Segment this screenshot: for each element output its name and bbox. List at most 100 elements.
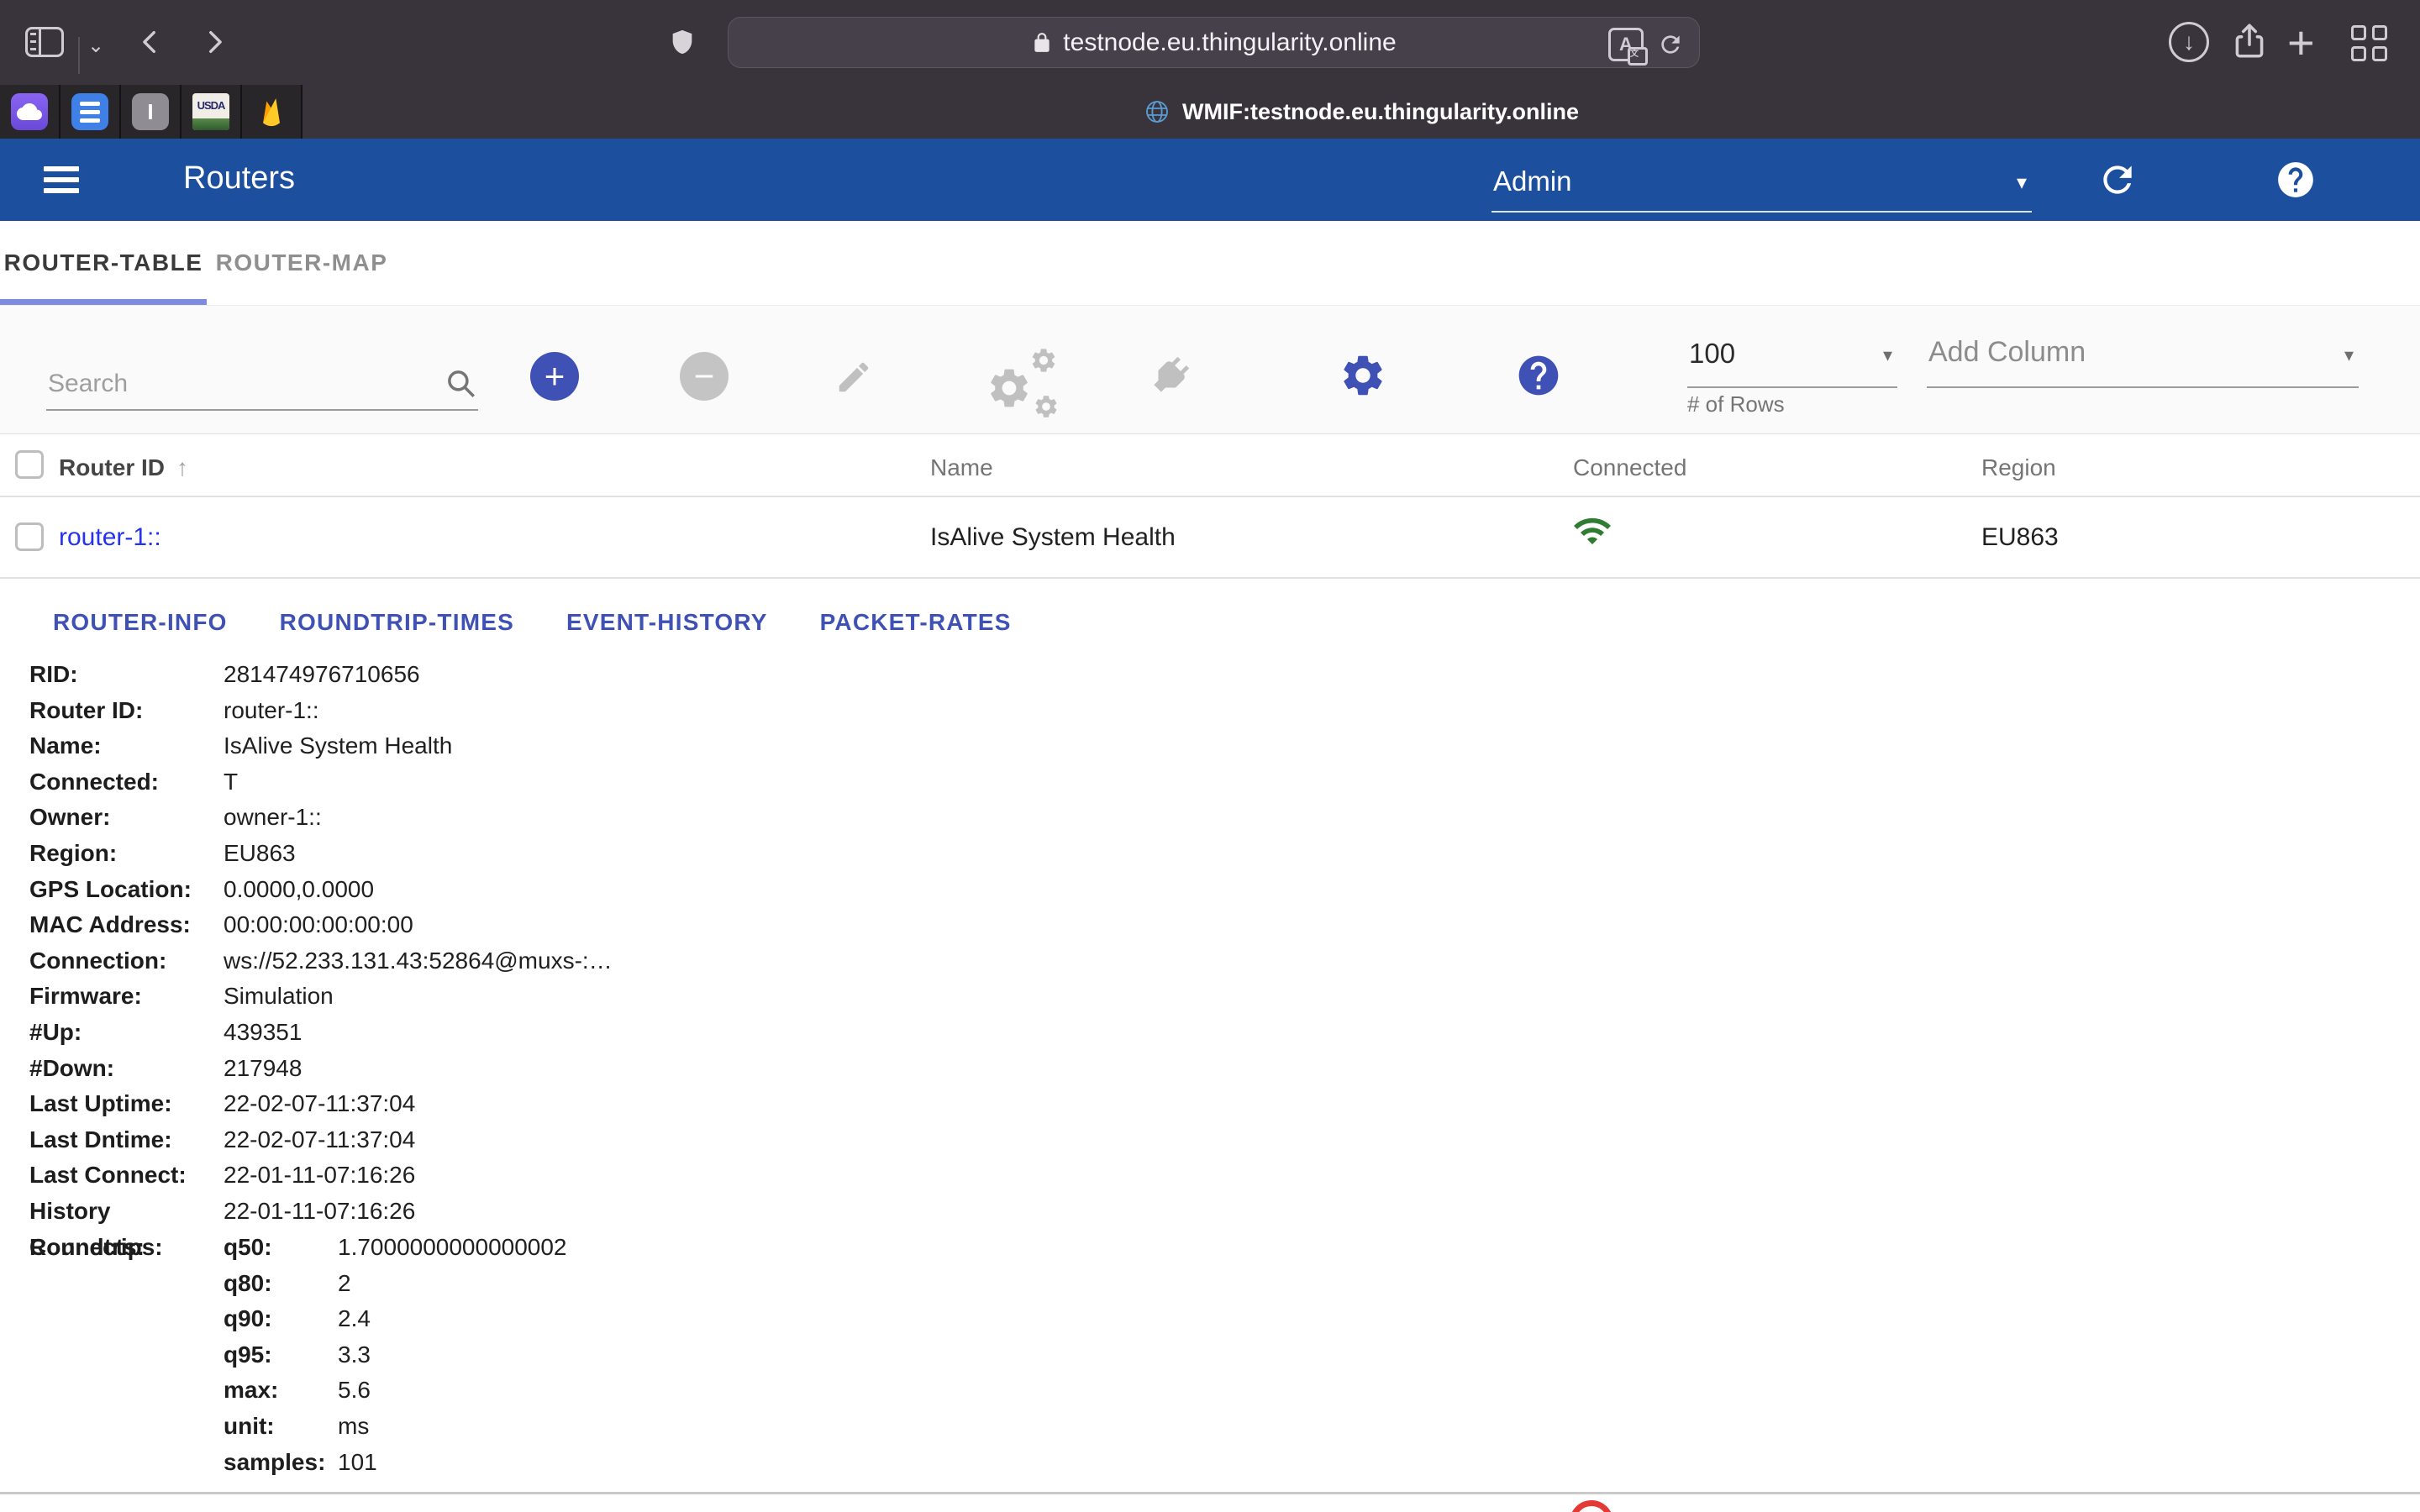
account-caret-icon: ▾ bbox=[2017, 171, 2027, 195]
connect-button[interactable] bbox=[1136, 341, 1205, 410]
pinned-tab-usda[interactable]: USDA bbox=[182, 85, 242, 139]
menu-icon[interactable] bbox=[44, 166, 79, 193]
refresh-button[interactable] bbox=[2096, 159, 2139, 201]
rt-value: 101 bbox=[338, 1445, 567, 1481]
detail-label: Router ID: bbox=[29, 693, 224, 729]
detail-value: ws://52.233.131.43:52864@muxs-:… bbox=[224, 943, 613, 979]
column-router-id[interactable]: Router ID↑ bbox=[59, 454, 188, 481]
detail-value: 439351 bbox=[224, 1015, 613, 1051]
detail-value: IsAlive System Health bbox=[224, 728, 613, 764]
main-tab-bar: ROUTER-TABLE ROUTER-MAP bbox=[0, 221, 2420, 305]
toolbar-separator bbox=[78, 37, 80, 74]
detail-value: T bbox=[224, 764, 613, 801]
pinned-tab-docs[interactable] bbox=[60, 85, 121, 139]
sort-asc-icon[interactable]: ↑ bbox=[176, 454, 188, 480]
rows-per-page-select[interactable]: 100 ▾ bbox=[1687, 323, 1897, 388]
rt-key: max: bbox=[224, 1373, 338, 1409]
active-tab[interactable]: WMIF:testnode.eu.thingularity.online bbox=[302, 85, 2420, 139]
roundtrips-block: Roundtrips: q50:1.7000000000000002 q80:2… bbox=[29, 1230, 567, 1480]
detail-value: 217948 bbox=[224, 1051, 613, 1087]
detail-label: #Up: bbox=[29, 1015, 224, 1051]
pinned-tab-cloud[interactable] bbox=[0, 85, 60, 139]
forward-icon[interactable] bbox=[200, 25, 229, 59]
add-column-value: Add Column bbox=[1928, 336, 2086, 369]
detail-value: 00:00:00:00:00:00 bbox=[224, 907, 613, 943]
screen: ⌄ testnode.eu.thingularity.online A文 ↓ + bbox=[0, 0, 2420, 1512]
back-icon[interactable] bbox=[136, 25, 165, 59]
settings-button[interactable] bbox=[1339, 351, 1387, 400]
search-icon bbox=[443, 365, 478, 401]
column-name[interactable]: Name bbox=[930, 454, 993, 481]
account-select[interactable]: Admin ▾ bbox=[1491, 147, 2032, 213]
cloud-app-icon bbox=[11, 93, 48, 130]
search-field[interactable] bbox=[46, 331, 478, 411]
edit-button[interactable] bbox=[834, 358, 873, 396]
rt-key: q50: bbox=[224, 1230, 338, 1266]
tab-packet-rates[interactable]: PACKET-RATES bbox=[820, 609, 1012, 636]
sidebar-pane bbox=[28, 29, 41, 55]
translate-icon[interactable]: A文 bbox=[1608, 28, 1644, 61]
url-bar[interactable]: testnode.eu.thingularity.online A文 bbox=[728, 17, 1700, 68]
wifi-connected-icon bbox=[1572, 511, 1612, 551]
add-router-button[interactable]: + bbox=[530, 352, 579, 401]
router-details: RID:281474976710656 Router ID:router-1::… bbox=[29, 657, 613, 1265]
tab-roundtrip-times[interactable]: ROUNDTRIP-TIMES bbox=[280, 609, 514, 636]
detail-label: Last Dntime: bbox=[29, 1122, 224, 1158]
new-tab-icon[interactable]: + bbox=[2287, 15, 2315, 70]
detail-value: owner-1:: bbox=[224, 800, 613, 836]
router-id-link[interactable]: router-1:: bbox=[59, 523, 161, 552]
router-id-detail-link[interactable]: router-1:: bbox=[224, 693, 613, 729]
rt-value: 2.4 bbox=[338, 1301, 567, 1337]
rt-key: q95: bbox=[224, 1337, 338, 1373]
row-checkbox[interactable] bbox=[15, 522, 44, 551]
toolbar-help-button[interactable] bbox=[1515, 352, 1562, 399]
plus-icon: + bbox=[544, 356, 566, 396]
url-text: testnode.eu.thingularity.online bbox=[1063, 29, 1396, 57]
share-icon[interactable] bbox=[2228, 20, 2270, 66]
search-input[interactable] bbox=[46, 369, 419, 399]
translate-bubble: 文 bbox=[1628, 47, 1648, 66]
sidebar-toggle-icon[interactable] bbox=[25, 27, 64, 57]
table-toolbar: + − 100 ▾ # of Rows Add Column ▾ bbox=[0, 305, 2420, 434]
detail-value: 0.0000,0.0000 bbox=[224, 872, 613, 908]
tab-router-info[interactable]: ROUTER-INFO bbox=[53, 609, 228, 636]
bottom-divider bbox=[0, 1492, 2420, 1494]
lock-icon bbox=[1031, 32, 1053, 54]
rows-hint: # of Rows bbox=[1687, 391, 1785, 417]
rt-value: ms bbox=[338, 1409, 567, 1445]
rid-link[interactable]: 281474976710656 bbox=[224, 657, 613, 693]
sidebar-caret-icon[interactable]: ⌄ bbox=[87, 34, 104, 58]
browser-toolbar: ⌄ testnode.eu.thingularity.online A文 ↓ + bbox=[0, 0, 2420, 85]
remove-router-button[interactable]: − bbox=[680, 352, 729, 401]
table-row[interactable]: router-1:: IsAlive System Health EU863 bbox=[0, 497, 2420, 579]
disconnected-icon bbox=[1570, 1500, 1613, 1512]
column-connected[interactable]: Connected bbox=[1573, 454, 1686, 481]
tab-router-map[interactable]: ROUTER-MAP bbox=[207, 221, 397, 305]
tab-strip: I USDA WMIF:testnode.eu.thingularity.onl… bbox=[0, 85, 2420, 139]
detail-label: Region: bbox=[29, 836, 224, 872]
column-region[interactable]: Region bbox=[1981, 454, 2056, 481]
tab-event-history[interactable]: EVENT-HISTORY bbox=[566, 609, 768, 636]
help-button[interactable] bbox=[2275, 159, 2317, 201]
privacy-shield-icon[interactable] bbox=[668, 24, 697, 60]
detail-value: 22-02-07-11:37:04 bbox=[224, 1122, 613, 1158]
add-column-select[interactable]: Add Column ▾ bbox=[1927, 323, 2359, 388]
detail-label: Last Connect: bbox=[29, 1158, 224, 1194]
pinned-tab-firebase[interactable] bbox=[242, 85, 302, 139]
detail-label: RID: bbox=[29, 657, 224, 693]
reload-icon[interactable] bbox=[1657, 31, 1684, 58]
pinned-tab-info[interactable]: I bbox=[121, 85, 182, 139]
detail-value: 22-01-11-07:16:26 bbox=[224, 1158, 613, 1194]
usda-icon: USDA bbox=[192, 93, 229, 130]
bulk-config-button[interactable] bbox=[986, 344, 1078, 432]
router-name: IsAlive System Health bbox=[930, 523, 1176, 552]
detail-value: Simulation bbox=[224, 979, 613, 1015]
select-all-checkbox[interactable] bbox=[15, 450, 44, 479]
tab-router-table[interactable]: ROUTER-TABLE bbox=[0, 221, 207, 305]
rt-value: 5.6 bbox=[338, 1373, 567, 1409]
downloads-icon[interactable]: ↓ bbox=[2169, 22, 2209, 62]
rt-key: samples: bbox=[224, 1445, 338, 1481]
router-region: EU863 bbox=[1981, 523, 2059, 552]
tab-overview-icon[interactable] bbox=[2351, 25, 2387, 61]
rows-value: 100 bbox=[1689, 338, 1735, 370]
